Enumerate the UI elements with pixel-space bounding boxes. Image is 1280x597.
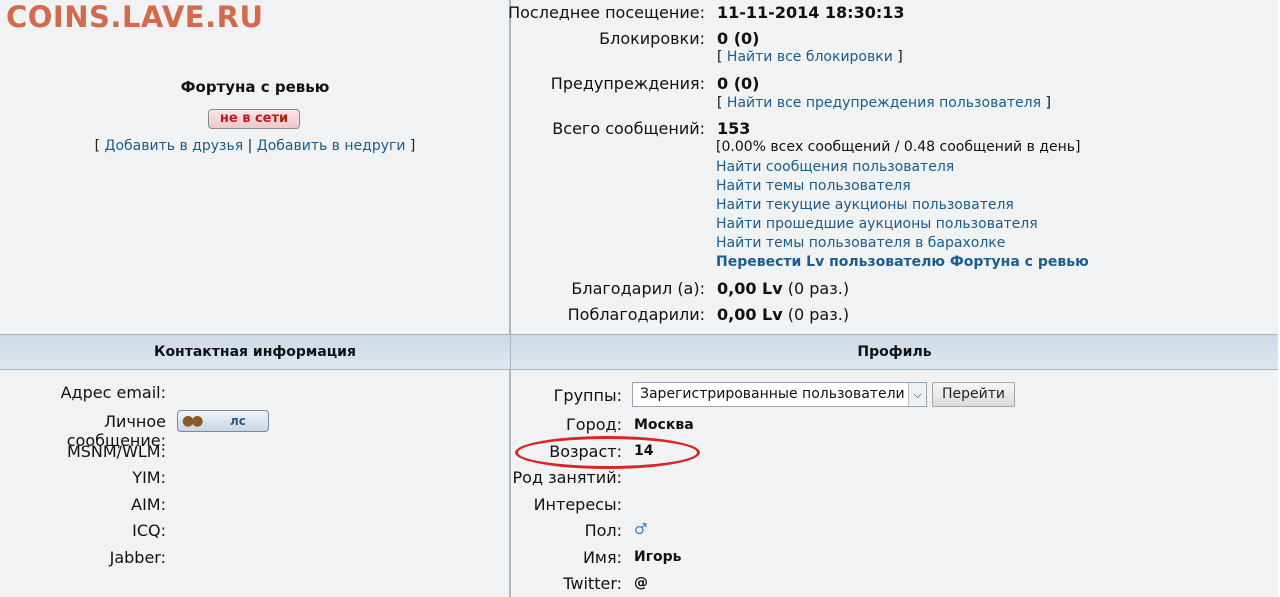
jabber-label: Jabber: — [109, 548, 166, 567]
friend-actions: [ Добавить в друзья | Добавить в недруги… — [0, 138, 510, 154]
was-thanked-value-row: 0,00 Lv (0 раз.) — [717, 305, 849, 324]
pm-button-label: лс — [230, 414, 246, 428]
bracket-close: ] — [409, 138, 416, 154]
real-name-label: Имя: — [582, 548, 622, 567]
profile-username: Фортуна с ревью — [180, 78, 330, 96]
find-bans: [ Найти все блокировки ] — [717, 49, 903, 65]
city-value: Москва — [634, 417, 694, 433]
groups-select-value: Зарегистрированные пользователи — [640, 386, 905, 402]
find-warnings: [ Найти все предупреждения пользователя … — [717, 95, 1051, 111]
find-warnings-link[interactable]: Найти все предупреждения пользователя — [727, 95, 1041, 111]
warnings-label: Предупреждения: — [550, 74, 705, 93]
bracket-open: [ — [94, 138, 101, 154]
find-posts-link[interactable]: Найти сообщения пользователя — [716, 159, 954, 175]
users-icon: ●● — [182, 413, 204, 429]
real-name-value: Игорь — [634, 549, 682, 565]
contact-header: Контактная информация — [0, 334, 510, 370]
was-thanked-value: 0,00 Lv — [717, 305, 783, 324]
thanked-label: Благодарил (а): — [571, 279, 705, 298]
site-logo: COINS.LAVE.RU — [6, 0, 264, 34]
find-past-auctions-link[interactable]: Найти прошедшие аукционы пользователя — [716, 216, 1038, 232]
bans-label: Блокировки: — [599, 29, 705, 48]
posts-detail: [0.00% всех сообщений / 0.48 сообщений в… — [716, 139, 1081, 155]
male-icon: ♂ — [634, 520, 648, 538]
posts-value: 153 — [717, 119, 751, 138]
gender-label: Пол: — [584, 521, 622, 540]
last-visit-value: 11-11-2014 18:30:13 — [717, 3, 905, 22]
go-button[interactable]: Перейти — [932, 382, 1015, 407]
last-visit-label: Последнее посещение: — [508, 3, 705, 22]
bans-value: 0 (0) — [717, 29, 760, 48]
was-thanked-count: (0 раз.) — [787, 305, 850, 324]
city-label: Город: — [566, 415, 622, 434]
warnings-value: 0 (0) — [717, 74, 760, 93]
transfer-lv-link[interactable]: Перевести Lv пользователю Фортуна с ревь… — [716, 254, 1089, 270]
occupation-label: Род занятий: — [512, 468, 623, 487]
profile-header: Профиль — [511, 334, 1278, 370]
interests-label: Интересы: — [533, 495, 622, 514]
twitter-label: Twitter: — [563, 574, 622, 593]
separator: | — [247, 138, 253, 154]
find-flea-market-topics-link[interactable]: Найти темы пользователя в барахолке — [716, 235, 1005, 251]
yim-label: YIM: — [132, 468, 166, 487]
posts-label: Всего сообщений: — [552, 119, 705, 138]
thanked-count: (0 раз.) — [787, 279, 850, 298]
contact-panel — [0, 370, 510, 597]
groups-label: Группы: — [553, 386, 622, 405]
find-topics-link[interactable]: Найти темы пользователя — [716, 178, 911, 194]
chevron-down-icon[interactable]: ⌵ — [908, 383, 926, 406]
find-bans-link[interactable]: Найти все блокировки — [727, 49, 893, 65]
msn-label: MSNM/WLM: — [66, 442, 166, 461]
add-friend-link[interactable]: Добавить в друзья — [105, 138, 244, 154]
find-current-auctions-link[interactable]: Найти текущие аукционы пользователя — [716, 197, 1014, 213]
thanked-value: 0,00 Lv — [717, 279, 783, 298]
aim-label: AIM: — [131, 495, 166, 514]
highlight-ellipse — [515, 436, 700, 469]
thanked-value-row: 0,00 Lv (0 раз.) — [717, 279, 849, 298]
email-label: Адрес email: — [60, 383, 166, 402]
profile-page: COINS.LAVE.RU Фортуна с ревью не в сети … — [0, 0, 1278, 597]
twitter-value: @ — [634, 575, 648, 591]
icq-label: ICQ: — [132, 521, 166, 540]
user-info-panel — [0, 0, 510, 334]
add-foe-link[interactable]: Добавить в недруги — [257, 138, 406, 154]
was-thanked-label: Поблагодарили: — [567, 305, 705, 324]
pm-button[interactable]: ●● лс — [177, 410, 269, 432]
online-status-badge: не в сети — [208, 109, 300, 129]
groups-select[interactable]: Зарегистрированные пользователи ⌵ — [632, 382, 927, 407]
